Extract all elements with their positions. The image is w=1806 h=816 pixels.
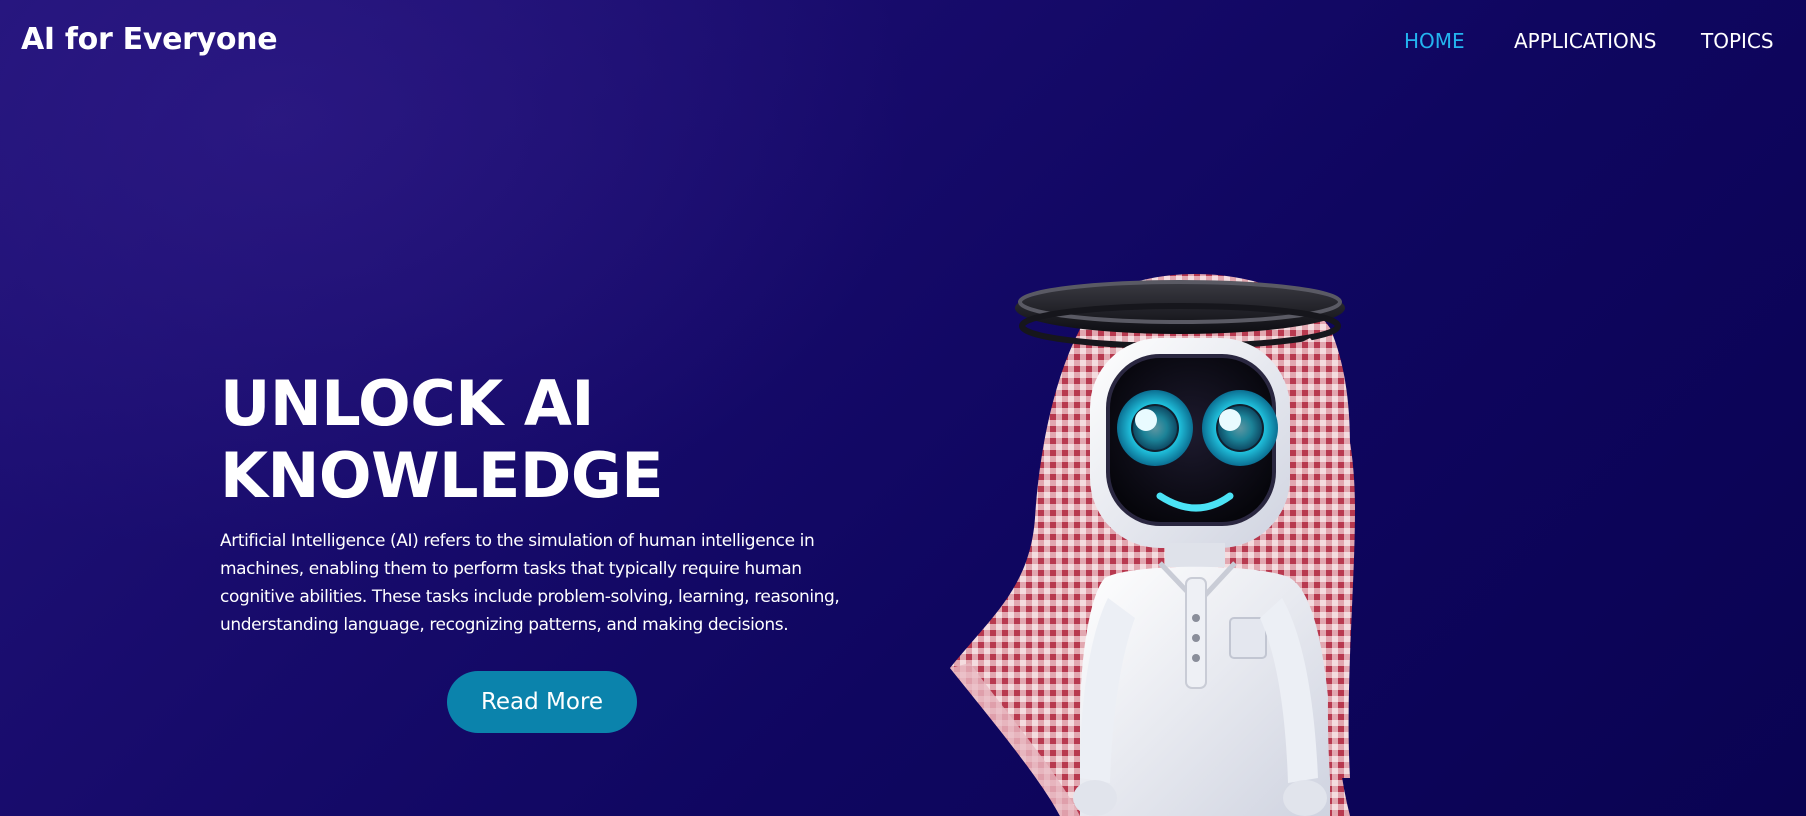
- hero-description: Artificial Intelligence (AI) refers to t…: [220, 531, 840, 635]
- robot-mascot-icon: [930, 258, 1450, 816]
- nav-home[interactable]: HOME: [1404, 29, 1465, 53]
- site-logo[interactable]: AI for Everyone: [21, 22, 278, 57]
- hero-title-line-2: KNOWLEDGE: [220, 439, 664, 512]
- nav-applications[interactable]: APPLICATIONS: [1514, 29, 1656, 53]
- hero-title: UNLOCK AI KNOWLEDGE: [220, 368, 840, 512]
- top-navbar: AI for Everyone HOME APPLICATIONS TOPICS: [0, 0, 1806, 86]
- hero-title-line-1: UNLOCK AI: [220, 367, 594, 440]
- nav-topics[interactable]: TOPICS: [1701, 29, 1774, 53]
- read-more-button[interactable]: Read More: [447, 671, 637, 733]
